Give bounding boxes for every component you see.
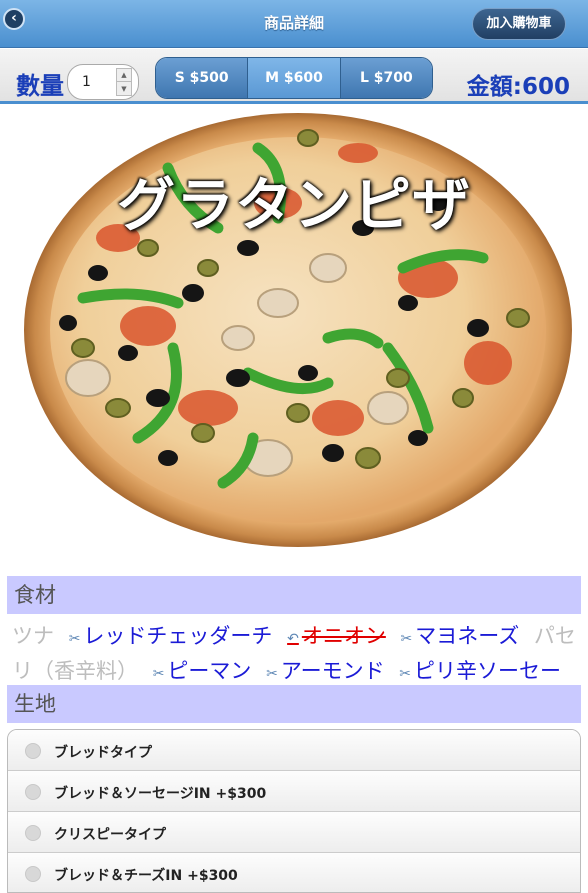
product-title: グラタンピザ xyxy=(116,171,471,239)
ingredients-list: ツナ ✂ レッドチェッダーチ ↶ オニオン ✂ マヨネーズ パセリ（香辛料） ✂ ピーマ… xyxy=(7,614,581,684)
radio-icon[interactable] xyxy=(25,784,41,800)
quantity-stepper[interactable]: 1 ▲ ▼ xyxy=(67,64,139,100)
dough-option[interactable]: ブレッド＆ソーセージIN +$300 xyxy=(8,771,580,812)
ingredient-item[interactable]: ツナ xyxy=(12,624,54,648)
scissors-icon: ✂ xyxy=(400,631,413,647)
ingredient-label: レッドチェッダーチ xyxy=(83,624,273,648)
undo-icon: ↶ xyxy=(287,631,299,647)
dough-option-label: ブレッド＆ソーセージIN +$300 xyxy=(54,786,267,802)
radio-icon[interactable] xyxy=(25,743,41,759)
size-small-button[interactable]: S $500 xyxy=(156,58,249,98)
dough-heading: 生地 xyxy=(7,685,581,723)
scissors-icon: ✂ xyxy=(152,666,165,682)
ingredient-label: オニオン xyxy=(301,624,386,648)
radio-icon[interactable] xyxy=(25,866,41,882)
radio-icon[interactable] xyxy=(25,825,41,841)
quantity-label: 數量 xyxy=(16,72,64,100)
ingredient-item[interactable]: ✂ アーモンド xyxy=(266,659,384,683)
increment-arrow-icon[interactable]: ▲ xyxy=(117,69,131,82)
dough-option[interactable]: クリスピータイプ xyxy=(8,812,580,853)
size-large-button[interactable]: L $700 xyxy=(340,58,432,98)
dough-option[interactable]: ブレッドタイプ xyxy=(8,730,580,771)
ingredient-label: マヨネーズ xyxy=(415,624,520,648)
ingredients-heading: 食材 xyxy=(7,576,581,614)
size-selector: S $500 M $600 L $700 xyxy=(155,57,433,99)
ingredient-label: ツナ xyxy=(12,624,54,648)
scissors-icon: ✂ xyxy=(399,666,412,682)
ingredient-label: ピーマン xyxy=(167,659,252,683)
ingredient-item[interactable]: ↶ オニオン xyxy=(287,624,386,648)
quantity-spinner[interactable]: ▲ ▼ xyxy=(116,68,132,96)
header-bar: ‹ 商品詳細 加入購物車 xyxy=(0,0,588,48)
dough-option-label: クリスピータイプ xyxy=(54,827,166,843)
dough-option-label: ブレッドタイプ xyxy=(54,745,152,761)
order-toolbar: 數量 1 ▲ ▼ S $500 M $600 L $700 金額:600 xyxy=(0,49,588,104)
total-amount: 金額:600 xyxy=(466,74,570,100)
ingredient-label: アーモンド xyxy=(280,659,385,683)
scissors-icon: ✂ xyxy=(266,666,278,682)
quantity-value[interactable]: 1 xyxy=(82,74,91,90)
dough-options: ブレッドタイプ ブレッド＆ソーセージIN +$300 クリスピータイプ ブレッド… xyxy=(7,729,581,893)
scissors-icon: ✂ xyxy=(68,631,81,647)
dough-option[interactable]: ブレッド＆チーズIN +$300 xyxy=(8,853,580,892)
size-medium-button[interactable]: M $600 xyxy=(248,58,341,98)
dough-option-label: ブレッド＆チーズIN +$300 xyxy=(54,868,238,884)
ingredient-item[interactable]: ✂ ピーマン xyxy=(153,659,252,683)
decrement-arrow-icon[interactable]: ▼ xyxy=(117,83,131,96)
ingredient-item[interactable]: ✂ レッドチェッダーチ xyxy=(69,624,273,648)
add-to-cart-button[interactable]: 加入購物車 xyxy=(472,8,566,40)
ingredient-item[interactable]: ✂ マヨネーズ xyxy=(401,624,520,648)
